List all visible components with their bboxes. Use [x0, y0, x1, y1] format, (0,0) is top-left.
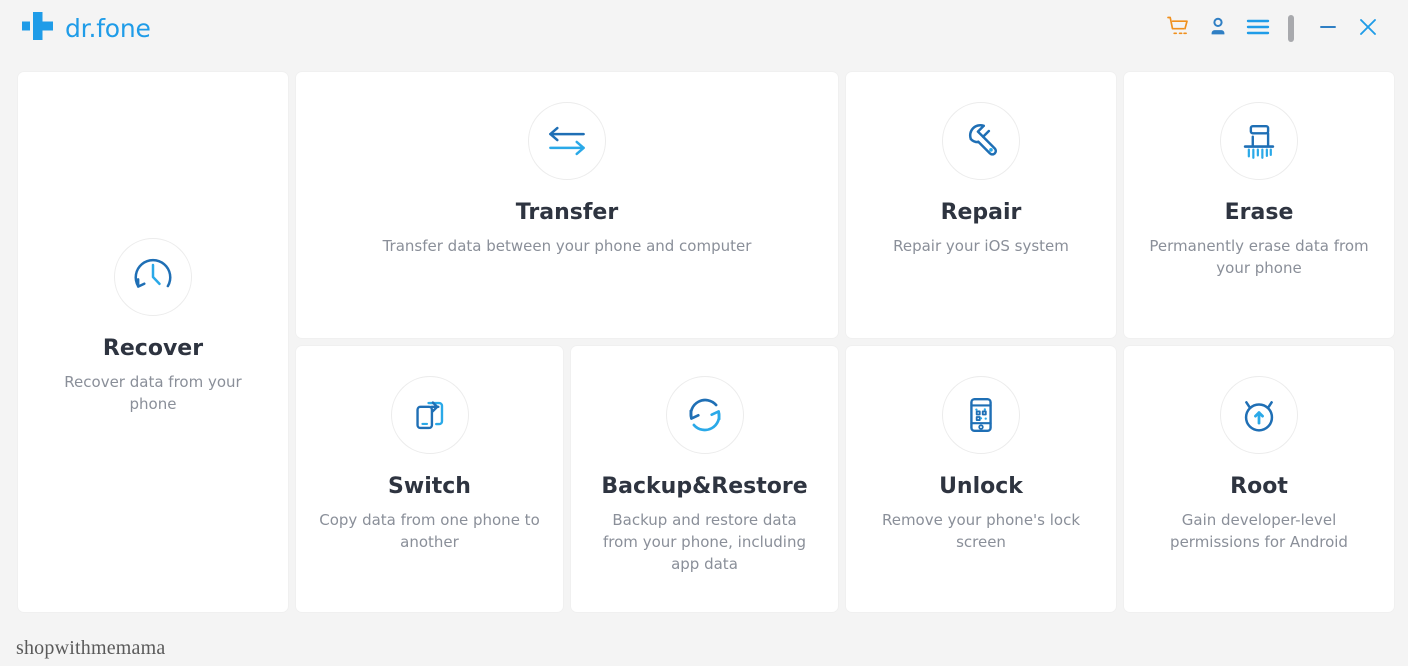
card-title: Root	[1230, 474, 1288, 499]
card-backup-restore[interactable]: Backup&Restore Backup and restore data f…	[571, 346, 838, 612]
card-description: Repair your iOS system	[893, 237, 1069, 256]
minimize-button[interactable]	[1308, 8, 1348, 48]
card-erase[interactable]: Erase Permanently erase data from your p…	[1124, 72, 1394, 338]
card-root[interactable]: Root Gain developer-level permissions fo…	[1124, 346, 1394, 612]
card-switch[interactable]: Switch Copy data from one phone to anoth…	[296, 346, 563, 612]
card-title: Transfer	[515, 200, 619, 225]
card-description: Backup and restore data from your phone,…	[603, 511, 806, 573]
titlebar: dr.fone	[0, 0, 1408, 56]
card-repair[interactable]: Repair Repair your iOS system	[846, 72, 1116, 338]
content-area: Recover Recover data from your phone Tra…	[0, 56, 1408, 666]
card-recover[interactable]: Recover Recover data from your phone	[18, 72, 288, 612]
card-description: Copy data from one phone to another	[319, 511, 540, 552]
shredder-icon	[1220, 102, 1298, 180]
card-description: Remove your phone's lock screen	[881, 511, 1081, 552]
menu-icon	[1245, 16, 1271, 41]
cart-icon	[1165, 14, 1191, 43]
card-description: Transfer data between your phone and com…	[382, 237, 752, 256]
titlebar-actions	[1158, 8, 1388, 48]
clock-history-icon	[114, 238, 192, 317]
account-icon	[1206, 15, 1230, 42]
two-way-arrows-icon	[528, 102, 606, 180]
circular-sync-icon	[665, 376, 744, 454]
card-unlock[interactable]: Unlock Remove your phone's lock screen	[846, 346, 1116, 612]
phone-transfer-icon	[390, 376, 469, 454]
plus-cross-icon	[22, 11, 56, 45]
phone-pattern-lock-icon	[942, 376, 1020, 454]
watermark: shopwithmemama	[16, 637, 166, 659]
card-title: Erase	[1224, 200, 1294, 225]
card-description: Gain developer-level permissions for And…	[1170, 511, 1348, 552]
card-title: Repair	[940, 200, 1022, 225]
minimize-icon	[1316, 17, 1340, 40]
menu-button[interactable]	[1238, 8, 1278, 48]
card-description: Recover data from your phone	[64, 373, 242, 414]
card-description: Permanently erase data from your phone	[1149, 237, 1369, 278]
card-title: Switch	[388, 474, 471, 499]
dr-fone-window: dr.fone Recover Recover data from your p…	[0, 0, 1408, 666]
card-title: Unlock	[939, 474, 1023, 499]
card-title: Backup&Restore	[601, 474, 808, 499]
cart-button[interactable]	[1158, 8, 1198, 48]
feature-grid: Recover Recover data from your phone Tra…	[18, 72, 1394, 612]
app-name: dr.fone	[65, 13, 151, 43]
android-root-icon	[1220, 376, 1298, 454]
row2-split-column: Switch Copy data from one phone to anoth…	[296, 346, 838, 612]
close-icon	[1356, 15, 1380, 42]
titlebar-divider	[1288, 14, 1294, 42]
card-transfer[interactable]: Transfer Transfer data between your phon…	[296, 72, 838, 338]
wrench-icon	[942, 102, 1020, 180]
brand-logo: dr.fone	[22, 11, 151, 45]
account-button[interactable]	[1198, 8, 1238, 48]
card-title: Recover	[102, 336, 204, 362]
close-button[interactable]	[1348, 8, 1388, 48]
